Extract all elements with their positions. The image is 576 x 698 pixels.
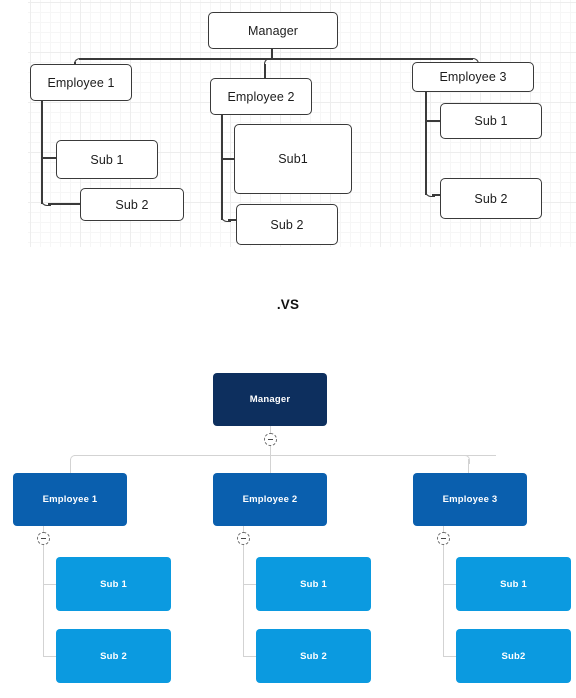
node-label: Manager [249,394,291,405]
connector-e3-sub2-stub [442,656,457,657]
minus-circle-icon-employee-1[interactable] [37,532,50,545]
connector-e2-trunk [221,112,223,220]
node-employee-3-sub-1[interactable]: Sub 1 [456,557,571,611]
node-employee-2-sub-2[interactable]: Sub 2 [256,629,371,683]
node-employee-2[interactable]: Employee 2 [210,78,312,115]
node-label: Sub 2 [270,217,304,232]
connector-e1-sub1-stub [41,157,57,159]
connector-e2-sub1-stub [242,584,257,585]
connector-e1-sub1-stub [42,584,57,585]
node-label: Employee 3 [439,70,507,84]
node-label: Sub 1 [474,114,508,128]
node-label: Sub 1 [300,578,327,590]
node-label: Employee 2 [227,89,295,104]
node-label: Employee 3 [442,494,498,505]
original-org-chart: Manager Employee 1 Sub 1 Sub 2 Employee … [0,0,576,258]
minus-circle-icon-employee-3[interactable] [437,532,450,545]
node-employee-1-sub-2[interactable]: Sub 2 [80,188,184,221]
node-label: Employee 1 [47,75,115,90]
redesigned-org-chart: Manager Employee 1 Sub 1 Sub 2 Employee … [0,360,576,698]
node-employee-1-sub-1[interactable]: Sub 1 [56,140,158,179]
connector-bus-horizontal [79,58,473,60]
node-label: Sub 2 [100,650,127,662]
node-employee-2[interactable]: Employee 2 [213,473,327,526]
connector-e1-sub2-stub [48,203,81,205]
connector-manager-stem [269,426,271,433]
node-employee-3-sub-1[interactable]: Sub 1 [440,103,542,139]
node-label: Employee 2 [242,494,298,505]
connector-bus [74,455,496,456]
node-employee-2-sub-1[interactable]: Sub1 [234,124,352,194]
node-employee-3-sub-2[interactable]: Sub2 [456,629,571,683]
connector-e1-trunk [41,98,43,204]
node-label: Sub 1 [100,578,127,590]
connector-e3-trunk [425,89,427,195]
minus-circle-icon-employee-2[interactable] [237,532,250,545]
node-label: Employee 1 [42,494,98,505]
comparison-separator-label: .VS [276,297,300,312]
node-label: Manager [247,23,299,38]
minus-circle-icon-manager[interactable] [264,433,277,446]
connector-e3-trunk [442,543,444,656]
node-label: Sub 2 [300,650,327,662]
node-employee-1-sub-1[interactable]: Sub 1 [56,557,171,611]
connector-corner-left [70,455,79,464]
node-employee-1[interactable]: Employee 1 [30,64,132,101]
node-manager[interactable]: Manager [208,12,338,49]
node-label: Sub 2 [115,197,149,212]
node-employee-3[interactable]: Employee 3 [412,62,534,92]
node-employee-3-sub-2[interactable]: Sub 2 [440,178,542,219]
connector-e2-trunk [242,543,244,656]
connector-e1-trunk [42,543,44,656]
connector-e3-sub1-stub [442,584,457,585]
node-employee-1-sub-2[interactable]: Sub 2 [56,629,171,683]
node-label: Sub 2 [474,191,508,206]
node-employee-3[interactable]: Employee 3 [413,473,527,526]
node-manager[interactable]: Manager [213,373,327,426]
node-label: Sub2 [501,650,526,662]
node-employee-2-sub-1[interactable]: Sub 1 [256,557,371,611]
node-label: Sub 1 [500,578,527,590]
connector-e1-sub2-stub [42,656,57,657]
node-label: Sub 1 [90,152,124,167]
node-employee-2-sub-2[interactable]: Sub 2 [236,204,338,245]
connector-e2-sub2-stub [242,656,257,657]
node-label: Sub1 [278,152,308,166]
node-employee-1[interactable]: Employee 1 [13,473,127,526]
